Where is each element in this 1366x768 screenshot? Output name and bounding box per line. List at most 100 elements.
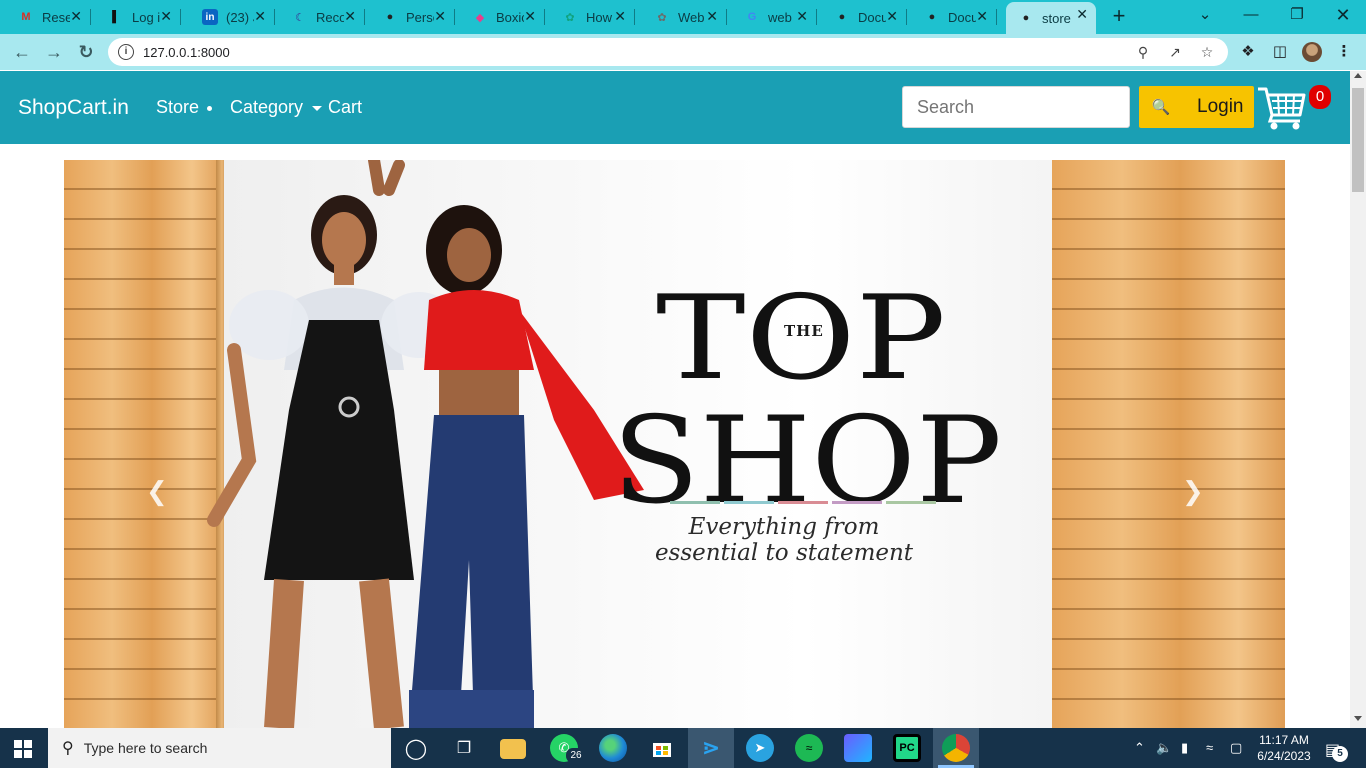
tab-title: Log i bbox=[132, 9, 160, 25]
tab-close-icon[interactable]: ✕ bbox=[160, 8, 172, 25]
shopping-cart-icon[interactable] bbox=[1256, 83, 1306, 131]
cart-count-badge: 0 bbox=[1309, 85, 1331, 109]
spotify-icon[interactable]: ≈ bbox=[795, 734, 823, 762]
close-window-button[interactable]: ✕ bbox=[1320, 4, 1366, 30]
windows-taskbar: ⚲ Type here to search ◯ ❐ ✆ 26 ⋗ ➤ ≈ PC … bbox=[0, 728, 1366, 768]
volume-icon[interactable]: 🔈 bbox=[1156, 740, 1172, 756]
page-scrollbar[interactable] bbox=[1350, 71, 1366, 728]
tagline-line-2: essential to statement bbox=[654, 540, 914, 566]
new-tab-button[interactable]: + bbox=[1108, 4, 1130, 30]
windows-start-icon[interactable] bbox=[14, 740, 32, 758]
browser-tab[interactable]: M Reset✕ bbox=[0, 4, 91, 30]
tab-close-icon[interactable]: ✕ bbox=[614, 8, 626, 25]
browser-tab[interactable]: ● Docu ✕ bbox=[816, 4, 907, 30]
zoom-icon[interactable]: ⚲ bbox=[1134, 43, 1152, 61]
side-panel-icon[interactable]: ◫ bbox=[1270, 42, 1290, 62]
search-input[interactable] bbox=[902, 86, 1130, 128]
whatsapp-badge: 26 bbox=[566, 748, 586, 763]
globe-icon: ● bbox=[838, 11, 846, 23]
scroll-up-arrow-icon[interactable] bbox=[1354, 73, 1362, 78]
tab-close-icon[interactable]: ✕ bbox=[434, 8, 446, 25]
extensions-puzzle-icon[interactable]: ❖ bbox=[1238, 42, 1258, 62]
tab-title: web bbox=[768, 9, 792, 25]
edge-browser-icon[interactable] bbox=[599, 734, 627, 762]
site-navbar: ShopCart.in Store Category Cart 🔍 Login … bbox=[0, 71, 1350, 144]
tab-close-icon[interactable]: ✕ bbox=[70, 8, 82, 25]
hero-carousel: TOP SHOP THE Everything from essential t… bbox=[64, 160, 1285, 728]
minimize-button[interactable]: — bbox=[1228, 4, 1274, 30]
clock-time: 11:17 AM bbox=[1259, 733, 1309, 747]
browser-tab[interactable]: ▌ Log i ✕ bbox=[90, 4, 181, 30]
taskbar-search-box[interactable]: ⚲ Type here to search bbox=[48, 728, 391, 768]
reload-button[interactable]: ↻ bbox=[74, 40, 98, 64]
browser-tab[interactable]: ☾ Reco ✕ bbox=[274, 4, 365, 30]
banner-color-stripe bbox=[778, 501, 828, 504]
browser-tab[interactable]: in (23) J✕ bbox=[184, 4, 275, 30]
cortana-icon[interactable]: ◯ bbox=[402, 734, 430, 762]
browser-tab[interactable]: ◆ Boxic✕ bbox=[454, 4, 545, 30]
carousel-prev-chevron-icon[interactable]: ❮ bbox=[146, 478, 168, 504]
tab-close-icon[interactable]: ✕ bbox=[254, 8, 266, 25]
restore-button[interactable]: ❐ bbox=[1274, 4, 1320, 30]
pycharm-icon[interactable]: PC bbox=[893, 734, 921, 762]
carousel-next-chevron-icon[interactable]: ❯ bbox=[1182, 478, 1204, 504]
wifi-icon[interactable]: ≈ bbox=[1206, 740, 1213, 755]
address-bar[interactable]: i 127.0.0.1:8000 ⚲ ↗ ☆ bbox=[108, 38, 1228, 66]
profile-avatar[interactable] bbox=[1302, 42, 1322, 62]
display-icon[interactable]: ▢ bbox=[1230, 740, 1242, 756]
chrome-menu-icon[interactable]: ⋮ bbox=[1334, 42, 1354, 62]
notification-count-badge: 5 bbox=[1332, 746, 1348, 762]
scroll-down-arrow-icon[interactable] bbox=[1354, 716, 1362, 721]
file-explorer-icon[interactable] bbox=[500, 739, 526, 759]
banner-color-stripe bbox=[832, 501, 882, 504]
browser-tab[interactable]: ● store ✕ bbox=[1006, 2, 1096, 34]
browser-tab[interactable]: ● Perso✕ bbox=[364, 4, 455, 30]
login-button[interactable]: 🔍 Login bbox=[1139, 86, 1254, 128]
chrome-icon[interactable] bbox=[942, 734, 970, 762]
task-view-icon[interactable]: ❐ bbox=[450, 734, 478, 762]
browser-tab[interactable]: Gweb ✕ bbox=[726, 4, 817, 30]
brand-logo[interactable]: ShopCart.in bbox=[18, 96, 129, 120]
site-info-icon[interactable]: i bbox=[118, 44, 134, 60]
tab-close-icon[interactable]: ✕ bbox=[976, 8, 988, 25]
fashion-models-illustration bbox=[207, 160, 644, 728]
telegram-icon[interactable]: ➤ bbox=[746, 734, 774, 762]
globe-icon: ● bbox=[928, 11, 936, 23]
dot-icon bbox=[207, 105, 213, 111]
nav-category-dropdown[interactable]: Category bbox=[230, 97, 323, 118]
forward-button[interactable]: → bbox=[42, 40, 66, 64]
tab-close-icon[interactable]: ✕ bbox=[886, 8, 898, 25]
browser-tab[interactable]: ● Docu ✕ bbox=[906, 4, 997, 30]
tab-title: (23) J bbox=[226, 9, 254, 25]
tab-title: Reset bbox=[42, 9, 70, 25]
tab-title: Reco bbox=[316, 9, 344, 25]
browser-tab[interactable]: ✿ How ✕ bbox=[544, 4, 635, 30]
browser-tab[interactable]: ✿ Web ✕ bbox=[636, 4, 727, 30]
taskbar-clock[interactable]: 11:17 AM 6/24/2023 bbox=[1253, 732, 1315, 764]
tab-close-icon[interactable]: ✕ bbox=[706, 8, 718, 25]
tray-chevron-up-icon[interactable]: ⌃ bbox=[1134, 740, 1145, 756]
tagline-line-1: Everything from bbox=[688, 514, 880, 540]
nav-store-label: Store bbox=[156, 97, 200, 117]
bookmark-star-icon[interactable]: ☆ bbox=[1198, 43, 1216, 61]
share-icon[interactable]: ↗ bbox=[1166, 43, 1184, 61]
back-button[interactable]: ← bbox=[10, 40, 34, 64]
scroll-thumb[interactable] bbox=[1352, 88, 1364, 192]
copilot-icon[interactable] bbox=[844, 734, 872, 762]
vscode-icon[interactable]: ⋗ bbox=[697, 734, 725, 762]
tab-close-icon[interactable]: ✕ bbox=[524, 8, 536, 25]
tab-close-icon[interactable]: ✕ bbox=[344, 8, 356, 25]
tab-search-icon[interactable]: ⌄ bbox=[1182, 4, 1228, 30]
battery-icon[interactable]: ▮ bbox=[1181, 740, 1188, 756]
search-magnifier-icon: 🔍 bbox=[1151, 99, 1171, 116]
banner-color-stripe bbox=[724, 501, 774, 504]
tab-close-icon[interactable]: ✕ bbox=[796, 8, 808, 25]
tab-close-icon[interactable]: ✕ bbox=[1076, 6, 1088, 23]
browser-toolbar: ← → ↻ i 127.0.0.1:8000 ⚲ ↗ ☆ ❖ ◫ ⋮ bbox=[0, 34, 1366, 70]
banner-tagline: Everything from essential to statement bbox=[644, 514, 924, 566]
address-url[interactable]: 127.0.0.1:8000 bbox=[143, 45, 230, 60]
microsoft-store-icon[interactable] bbox=[648, 734, 676, 762]
nav-store[interactable]: Store bbox=[156, 97, 213, 118]
nav-cart[interactable]: Cart bbox=[328, 97, 362, 118]
browser-tab-strip: MReset✕▌Log i✕in(23) J✕☾Reco✕●Perso✕◆Box… bbox=[0, 0, 1366, 34]
